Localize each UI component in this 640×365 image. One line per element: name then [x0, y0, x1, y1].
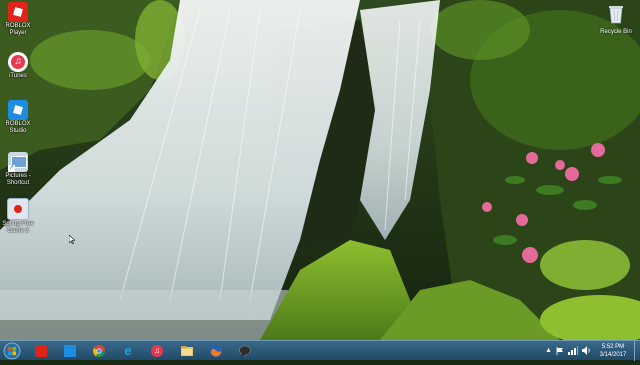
desktop-icon-label: iTunes — [9, 73, 27, 79]
desktop-icon-roblox-player[interactable]: ROBLOX Player — [2, 2, 34, 37]
taskbar-internet-explorer[interactable]: e — [117, 343, 139, 359]
clock-time: 5:52 PM — [601, 344, 625, 350]
roblox-icon — [8, 2, 28, 22]
taskbar-file-explorer[interactable] — [176, 343, 198, 359]
desktop-icon-recycle-bin[interactable]: Recycle Bin — [596, 4, 636, 36]
desktop-icon-spring-free-game[interactable]: Spring Free Game 3 — [2, 198, 34, 235]
roblox-icon — [35, 345, 47, 357]
desktop-icon-label: Spring Free Game 3 — [2, 221, 34, 234]
windows-start-icon — [3, 342, 21, 360]
spring-free-game-icon — [7, 198, 29, 220]
taskbar-itunes[interactable]: ♫ — [146, 343, 168, 359]
recycle-bin-icon — [609, 6, 623, 24]
desktop-icon-label: Recycle Bin — [600, 29, 632, 35]
start-button[interactable] — [2, 342, 22, 360]
internet-explorer-icon: e — [124, 343, 132, 358]
clock-date: 3/14/2017 — [599, 352, 627, 358]
firefox-icon — [210, 345, 222, 357]
taskbar: e ♫ ▲ 5:52 PM 3/14/2017 — [0, 340, 640, 361]
roblox-studio-icon — [8, 100, 28, 120]
desktop-icon-label: Pictures - Shortcut — [5, 173, 31, 186]
desktop-icon-roblox-studio[interactable]: ROBLOX Studio — [2, 100, 34, 135]
taskbar-chrome[interactable] — [88, 343, 110, 359]
show-desktop-button[interactable] — [634, 341, 640, 361]
network-icon[interactable] — [568, 346, 578, 355]
system-clock[interactable]: 5:52 PM 3/14/2017 — [597, 343, 629, 359]
mouse-cursor-icon — [69, 235, 75, 244]
desktop-icon-label: ROBLOX Player — [5, 23, 31, 36]
desktop-icon-itunes[interactable]: ♫ iTunes — [2, 52, 34, 80]
itunes-icon: ♫ — [151, 345, 163, 357]
volume-icon[interactable] — [582, 346, 592, 355]
desktop-icon-label: ROBLOX Studio — [5, 121, 31, 134]
itunes-icon: ♫ — [8, 52, 28, 72]
roblox-studio-icon — [64, 345, 76, 357]
taskbar-roblox[interactable] — [30, 343, 52, 359]
pictures-shortcut-icon: ↗ — [8, 152, 28, 172]
desktop-wallpaper — [0, 0, 640, 340]
taskbar-chat[interactable] — [234, 343, 256, 359]
desktop-icon-pictures-shortcut[interactable]: ↗ Pictures - Shortcut — [2, 152, 34, 187]
waterfall-wallpaper-image — [0, 0, 640, 340]
taskbar-firefox[interactable] — [205, 343, 227, 359]
action-center-flag-icon[interactable] — [556, 347, 564, 355]
chat-icon — [239, 345, 251, 357]
file-explorer-icon — [181, 346, 193, 356]
tray-overflow-icon[interactable]: ▲ — [545, 347, 552, 354]
taskbar-roblox-studio[interactable] — [59, 343, 81, 359]
chrome-icon — [93, 345, 105, 357]
